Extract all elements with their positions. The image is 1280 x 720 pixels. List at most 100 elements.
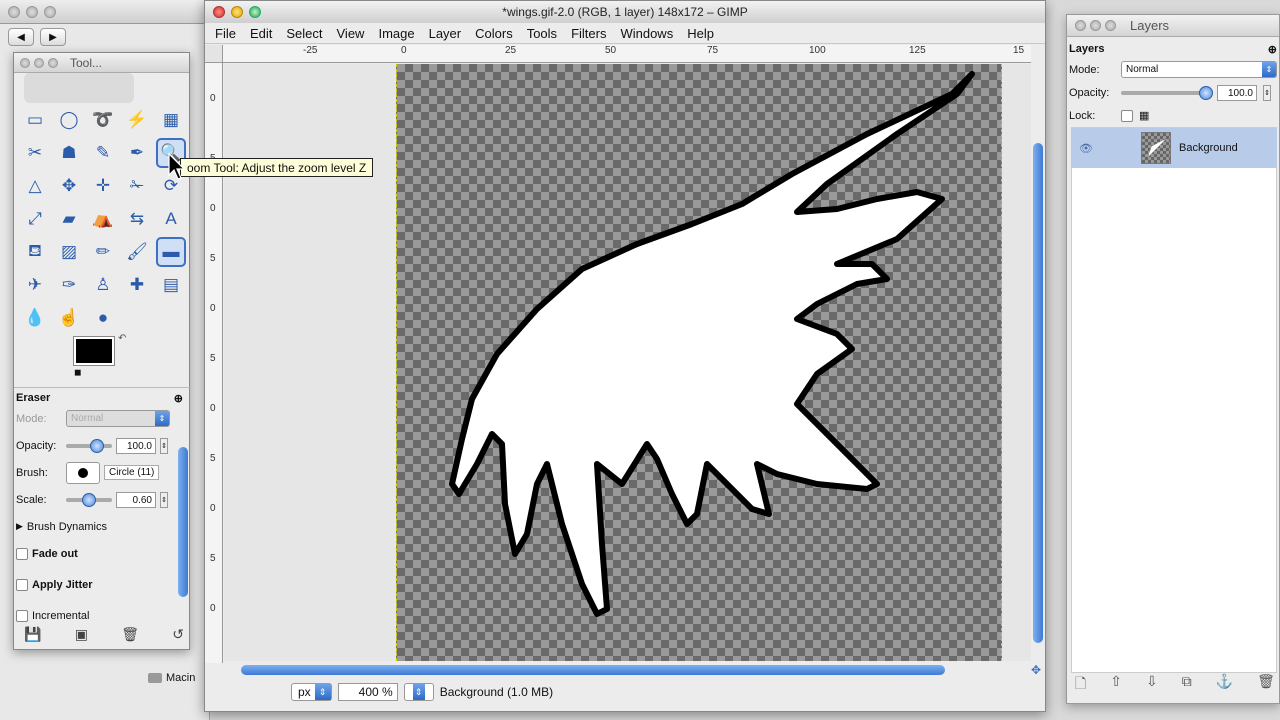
bucket-fill-icon[interactable]: ⛾ bbox=[20, 237, 50, 267]
raise-layer-icon[interactable]: ⇧ bbox=[1110, 673, 1122, 697]
layers-menu-icon[interactable]: ⊕ bbox=[1268, 43, 1277, 56]
layers-zoom-icon[interactable] bbox=[1105, 20, 1116, 31]
reset-options-icon[interactable]: ↺ bbox=[172, 626, 184, 643]
menu-tools[interactable]: Tools bbox=[523, 26, 567, 41]
color-picker-icon[interactable]: ✒ bbox=[122, 138, 152, 168]
opacity-field[interactable]: 100.0 bbox=[116, 437, 156, 454]
ink-icon[interactable]: ✑ bbox=[54, 270, 84, 300]
menu-colors[interactable]: Colors bbox=[471, 26, 523, 41]
layers-close-icon[interactable] bbox=[1075, 20, 1086, 31]
menu-edit[interactable]: Edit bbox=[246, 26, 282, 41]
opacity-stepper[interactable]: ⇕ bbox=[160, 437, 168, 454]
menu-windows[interactable]: Windows bbox=[616, 26, 683, 41]
rect-select-icon[interactable]: ▭ bbox=[20, 105, 50, 135]
anchor-layer-icon[interactable]: ⚓ bbox=[1216, 673, 1233, 697]
fade-out-row[interactable]: Fade out bbox=[16, 540, 189, 567]
layer-mode-select[interactable]: Normal ⇕ bbox=[1121, 61, 1277, 78]
zoom-icon[interactable] bbox=[44, 5, 56, 18]
minimize-icon[interactable] bbox=[26, 5, 38, 18]
scissors-icon[interactable]: ✂ bbox=[20, 138, 50, 168]
wilber-drop-area[interactable] bbox=[24, 73, 134, 103]
toolbox-zoom-icon[interactable] bbox=[48, 57, 58, 68]
move-icon[interactable]: ✥ bbox=[54, 171, 84, 201]
apply-jitter-checkbox[interactable] bbox=[16, 578, 28, 591]
layers-minimize-icon[interactable] bbox=[1090, 20, 1101, 31]
canvas-vertical-scroll-thumb[interactable] bbox=[1033, 143, 1043, 643]
delete-layer-icon[interactable]: 🗑 bbox=[1257, 673, 1275, 697]
unit-select[interactable]: px ⇕ bbox=[291, 683, 332, 701]
eraser-icon[interactable]: ▬ bbox=[156, 237, 186, 267]
image-canvas[interactable] bbox=[396, 64, 1002, 661]
canvas-horizontal-scroll-thumb[interactable] bbox=[241, 665, 945, 675]
ellipse-select-icon[interactable]: ◯ bbox=[54, 105, 84, 135]
scale-stepper[interactable]: ⇕ bbox=[160, 491, 168, 508]
swap-colors-icon[interactable]: ↶ bbox=[118, 333, 126, 344]
canvas-area[interactable] bbox=[224, 64, 1031, 661]
color-select-icon[interactable]: ▦ bbox=[156, 105, 186, 135]
mode-select[interactable]: Normal ⇕ bbox=[66, 410, 170, 427]
layer-opacity-knob[interactable] bbox=[1199, 85, 1213, 100]
visibility-eye-icon[interactable]: 👁 bbox=[1071, 142, 1101, 155]
lower-layer-icon[interactable]: ⇩ bbox=[1146, 673, 1158, 697]
crop-icon[interactable]: ✁ bbox=[122, 171, 152, 201]
layer-item[interactable]: 👁 Background bbox=[1071, 128, 1277, 168]
paths-icon[interactable]: ✎ bbox=[88, 138, 118, 168]
menu-filters[interactable]: Filters bbox=[567, 26, 616, 41]
fuzzy-select-icon[interactable]: ⚡ bbox=[122, 105, 152, 135]
scale-field[interactable]: 0.60 bbox=[116, 491, 156, 508]
quick-mask-corner[interactable] bbox=[205, 45, 223, 63]
tool-options-scroll-thumb[interactable] bbox=[178, 447, 188, 597]
save-options-icon[interactable]: 💾 bbox=[24, 626, 41, 643]
flip-icon[interactable]: ⇆ bbox=[122, 204, 152, 234]
blur-icon[interactable]: 💧 bbox=[20, 303, 50, 333]
blend-icon[interactable]: ▨ bbox=[54, 237, 84, 267]
restore-options-icon[interactable]: ▣ bbox=[75, 626, 88, 643]
shear-icon[interactable]: ▰ bbox=[54, 204, 84, 234]
smudge-icon[interactable]: ☝ bbox=[54, 303, 84, 333]
layer-opacity-field[interactable]: 100.0 bbox=[1217, 84, 1257, 101]
apply-jitter-row[interactable]: Apply Jitter bbox=[16, 571, 189, 598]
toolbox-close-icon[interactable] bbox=[20, 57, 30, 68]
new-layer-icon[interactable]: 🗋 bbox=[1075, 673, 1086, 697]
tool-options-menu-icon[interactable]: ⊕ bbox=[174, 392, 183, 405]
horizontal-ruler[interactable]: -25 0 25 50 75 100 125 15 bbox=[223, 45, 1031, 63]
clone-icon[interactable]: ♙ bbox=[88, 270, 118, 300]
foreground-color[interactable] bbox=[73, 336, 115, 366]
menu-select[interactable]: Select bbox=[282, 26, 332, 41]
incremental-checkbox[interactable] bbox=[16, 609, 28, 622]
duplicate-layer-icon[interactable]: ⧉ bbox=[1182, 673, 1192, 697]
menu-file[interactable]: File bbox=[211, 26, 246, 41]
lock-alpha-checkbox[interactable] bbox=[1121, 109, 1133, 122]
menu-view[interactable]: View bbox=[333, 26, 375, 41]
default-colors-icon[interactable]: ◼ bbox=[74, 367, 81, 378]
align-icon[interactable]: ✛ bbox=[88, 171, 118, 201]
canvas-vertical-scrollbar[interactable] bbox=[1031, 63, 1045, 663]
measure-icon[interactable]: △ bbox=[20, 171, 50, 201]
menu-layer[interactable]: Layer bbox=[425, 26, 472, 41]
incremental-row[interactable]: Incremental bbox=[16, 602, 189, 629]
brush-preview[interactable] bbox=[66, 461, 100, 484]
close-icon[interactable] bbox=[8, 5, 20, 18]
scale-slider[interactable] bbox=[66, 492, 112, 507]
brush-dynamics-row[interactable]: ▶ Brush Dynamics bbox=[16, 513, 189, 540]
layer-opacity-stepper[interactable]: ⇕ bbox=[1263, 84, 1271, 101]
zoom-field[interactable]: 400 % bbox=[337, 683, 398, 701]
background-bottom-item[interactable]: Macin bbox=[148, 672, 195, 684]
back-button[interactable]: ◀ bbox=[8, 28, 34, 46]
dodge-burn-icon[interactable]: ● bbox=[88, 303, 118, 333]
free-select-icon[interactable]: ➰ bbox=[88, 105, 118, 135]
airbrush-icon[interactable]: ✈ bbox=[20, 270, 50, 300]
fade-out-checkbox[interactable] bbox=[16, 547, 28, 560]
paintbrush-icon[interactable]: 🖌 bbox=[122, 237, 152, 267]
forward-button[interactable]: ▶ bbox=[40, 28, 66, 46]
navigate-icon[interactable]: ✥ bbox=[1031, 663, 1045, 677]
perspective-icon[interactable]: ⛺ bbox=[88, 204, 118, 234]
scale-slider-knob[interactable] bbox=[82, 492, 96, 507]
delete-options-icon[interactable]: 🗑 bbox=[121, 626, 139, 643]
opacity-slider-knob[interactable] bbox=[90, 438, 104, 453]
menu-help[interactable]: Help bbox=[683, 26, 724, 41]
text-tool-icon[interactable]: A bbox=[156, 204, 186, 234]
scale-icon[interactable]: ⤢ bbox=[20, 204, 50, 234]
layer-opacity-slider[interactable] bbox=[1121, 85, 1213, 100]
zoom-select[interactable]: ⇕ bbox=[403, 683, 434, 701]
